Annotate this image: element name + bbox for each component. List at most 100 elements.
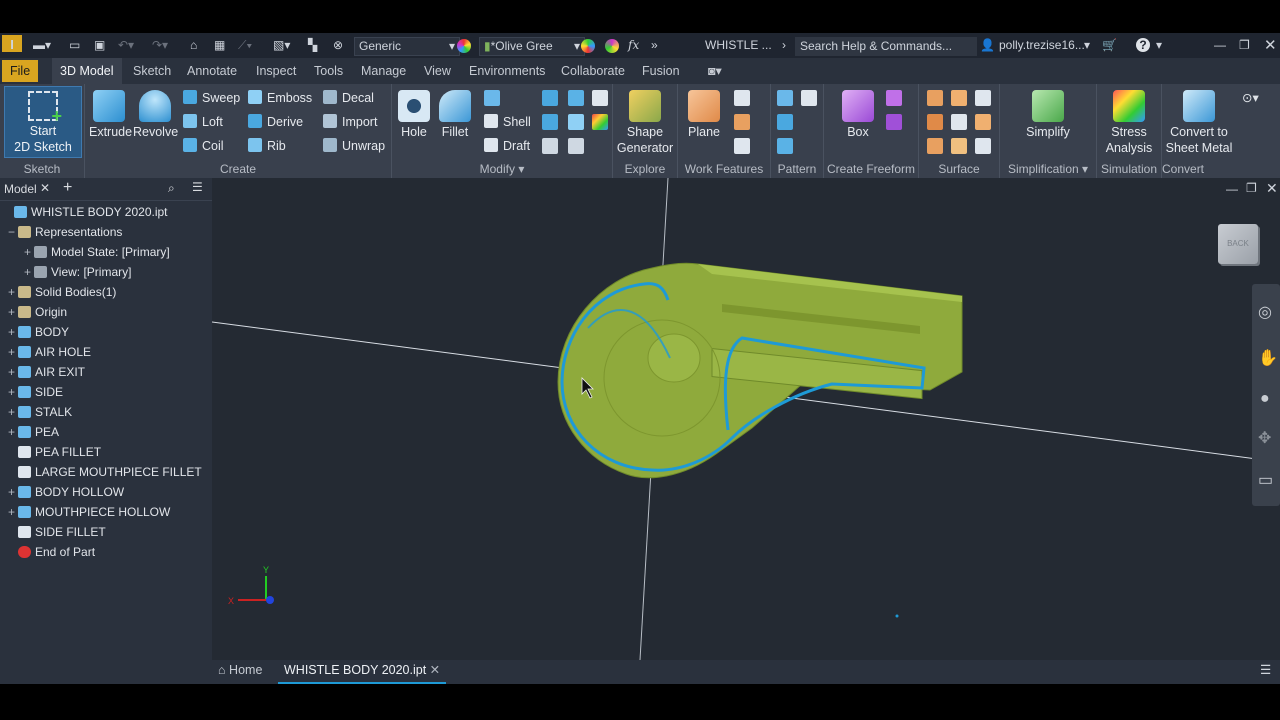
shape-generator-button[interactable]: Shape Generator bbox=[615, 90, 675, 156]
update-icon[interactable]: ▦ bbox=[214, 37, 225, 54]
browser-close-icon[interactable]: ✕ bbox=[40, 181, 50, 195]
chevron-right-icon[interactable]: › bbox=[782, 37, 786, 54]
tree-node[interactable]: End of Part bbox=[8, 542, 95, 562]
tree-node[interactable]: + BODY HOLLOW bbox=[8, 482, 124, 502]
redo-icon[interactable]: ↷▾ bbox=[152, 37, 168, 54]
tabs-menu-icon[interactable]: ☰ bbox=[1260, 662, 1271, 677]
box-button[interactable]: Box bbox=[840, 90, 876, 140]
fx-parameters-icon[interactable]: fx bbox=[628, 37, 639, 54]
tab-fusion[interactable]: Fusion bbox=[634, 58, 688, 84]
circular-pattern-icon[interactable] bbox=[777, 114, 793, 130]
new-file-icon[interactable]: ▬▾ bbox=[33, 37, 51, 54]
expand-toggle-icon[interactable]: + bbox=[8, 362, 18, 382]
tab-annotate[interactable]: Annotate bbox=[179, 58, 245, 84]
expand-toggle-icon[interactable]: − bbox=[8, 222, 18, 242]
tree-node[interactable]: + View: [Primary] bbox=[24, 262, 131, 282]
home-tab[interactable]: ⌂ Home bbox=[218, 663, 262, 677]
stress-analysis-button[interactable]: Stress Analysis bbox=[1099, 90, 1159, 156]
freeform-face-icon[interactable] bbox=[886, 114, 902, 130]
rib-button[interactable]: Rib bbox=[248, 136, 286, 156]
user-account[interactable]: polly.trezise16... bbox=[999, 37, 1085, 54]
expand-toggle-icon[interactable]: + bbox=[8, 402, 18, 422]
hole-button[interactable]: Hole bbox=[396, 90, 432, 140]
rectangular-pattern-icon[interactable] bbox=[777, 90, 793, 106]
save-icon[interactable]: ▣ bbox=[94, 37, 105, 54]
tab-manage[interactable]: Manage bbox=[353, 58, 414, 84]
home-icon[interactable]: ⌂ bbox=[190, 37, 197, 54]
measure-icon[interactable]: ⟋▾ bbox=[238, 37, 252, 54]
add-browser-icon[interactable]: + bbox=[63, 179, 72, 197]
convert-to-sheet-metal-button[interactable]: Convert to Sheet Metal bbox=[1162, 90, 1236, 156]
zoom-icon[interactable]: ● bbox=[1260, 390, 1270, 408]
direct-edit-icon[interactable] bbox=[542, 138, 558, 154]
unwrap-button[interactable]: Unwrap bbox=[323, 136, 385, 156]
extrude-button[interactable]: Extrude bbox=[89, 90, 132, 140]
tree-node[interactable]: WHISTLE BODY 2020.ipt bbox=[4, 202, 168, 222]
delete-face-icon[interactable] bbox=[568, 138, 584, 154]
pan-icon[interactable]: ✋ bbox=[1258, 348, 1278, 368]
repair-bodies-icon[interactable] bbox=[975, 114, 991, 130]
ribbon-options-icon[interactable]: ⊙▾ bbox=[1242, 90, 1259, 105]
tree-node[interactable]: + Origin bbox=[8, 302, 67, 322]
tree-node[interactable]: + MOUTHPIECE HOLLOW bbox=[8, 502, 170, 522]
combine-icon[interactable] bbox=[568, 90, 584, 106]
graphics-viewport[interactable]: Y X — ❐ ✕ BACK ◎ ✋ ● ✥ ▭ bbox=[212, 178, 1280, 660]
sculpt-icon[interactable] bbox=[951, 90, 967, 106]
restore-icon[interactable]: ❐ bbox=[1239, 37, 1250, 54]
help-dropdown-icon[interactable]: ▾ bbox=[1156, 37, 1162, 54]
tree-node[interactable]: + BODY bbox=[8, 322, 69, 342]
search-icon[interactable]: ⌕ bbox=[168, 181, 175, 196]
help-icon[interactable]: ? bbox=[1136, 38, 1150, 52]
select-icon[interactable]: ▧▾ bbox=[273, 37, 290, 54]
chevron-down-icon[interactable]: ▾ bbox=[1084, 37, 1090, 54]
tab-file[interactable]: File bbox=[2, 60, 39, 82]
material-combo[interactable]: ▮*Olive Gree ▾ bbox=[479, 37, 585, 56]
boundary-patch-icon[interactable] bbox=[951, 138, 967, 154]
tree-node[interactable]: + PEA bbox=[8, 422, 59, 442]
mirror-icon[interactable] bbox=[801, 90, 817, 106]
tree-node[interactable]: + AIR HOLE bbox=[8, 342, 91, 362]
more-icon[interactable]: » bbox=[651, 37, 658, 54]
tree-node[interactable]: + Model State: [Primary] bbox=[24, 242, 170, 262]
start-2d-sketch-button[interactable]: + Start 2D Sketch bbox=[4, 86, 82, 158]
orbit-icon[interactable]: ✥ bbox=[1258, 428, 1271, 448]
tree-node[interactable]: + STALK bbox=[8, 402, 72, 422]
expand-toggle-icon[interactable]: + bbox=[8, 502, 18, 522]
replace-face-icon[interactable] bbox=[592, 114, 608, 130]
emboss-button[interactable]: Emboss bbox=[248, 88, 312, 108]
camera-icon[interactable]: ◙▾ bbox=[700, 58, 730, 84]
active-document-tab[interactable]: WHISTLE BODY 2020.ipt ✕ bbox=[278, 660, 447, 684]
expand-toggle-icon[interactable]: + bbox=[8, 282, 18, 302]
tree-node[interactable]: − Representations bbox=[8, 222, 122, 242]
tree-node[interactable]: LARGE MOUTHPIECE FILLET bbox=[8, 462, 202, 482]
coil-button[interactable]: Coil bbox=[183, 136, 224, 156]
import-button[interactable]: Import bbox=[323, 112, 377, 132]
viewport-minimize-icon[interactable]: — bbox=[1226, 182, 1238, 196]
appearance-combo[interactable]: Generic ▾ bbox=[354, 37, 460, 56]
undo-icon[interactable]: ↶▾ bbox=[118, 37, 134, 54]
close-icon[interactable]: ✕ bbox=[1264, 37, 1277, 54]
tree-node[interactable]: + SIDE bbox=[8, 382, 63, 402]
viewport-restore-icon[interactable]: ❐ bbox=[1246, 181, 1257, 195]
decal-button[interactable]: Decal bbox=[323, 88, 374, 108]
trim-icon[interactable] bbox=[927, 114, 943, 130]
tab-3d-model[interactable]: 3D Model bbox=[52, 58, 122, 84]
expand-toggle-icon[interactable]: + bbox=[24, 242, 34, 262]
menu-icon[interactable]: ☰ bbox=[192, 180, 203, 194]
expand-toggle-icon[interactable]: + bbox=[8, 342, 18, 362]
expand-toggle-icon[interactable]: + bbox=[8, 422, 18, 442]
patch-icon[interactable] bbox=[975, 90, 991, 106]
loft-button[interactable]: Loft bbox=[183, 112, 223, 132]
expand-toggle-icon[interactable]: + bbox=[24, 262, 34, 282]
look-at-icon[interactable]: ▭ bbox=[1258, 470, 1273, 490]
tab-collaborate[interactable]: Collaborate bbox=[553, 58, 633, 84]
sketch-driven-pattern-icon[interactable] bbox=[777, 138, 793, 154]
tab-sketch[interactable]: Sketch bbox=[125, 58, 179, 84]
color-wheel-icon[interactable] bbox=[457, 39, 471, 53]
model-canvas[interactable]: Y X bbox=[212, 178, 1280, 660]
expand-toggle-icon[interactable]: + bbox=[8, 382, 18, 402]
minimize-icon[interactable]: — bbox=[1214, 37, 1226, 54]
expand-toggle-icon[interactable]: + bbox=[8, 302, 18, 322]
steering-wheel-icon[interactable]: ◎ bbox=[1258, 302, 1272, 322]
plane-button[interactable]: Plane bbox=[684, 90, 724, 140]
